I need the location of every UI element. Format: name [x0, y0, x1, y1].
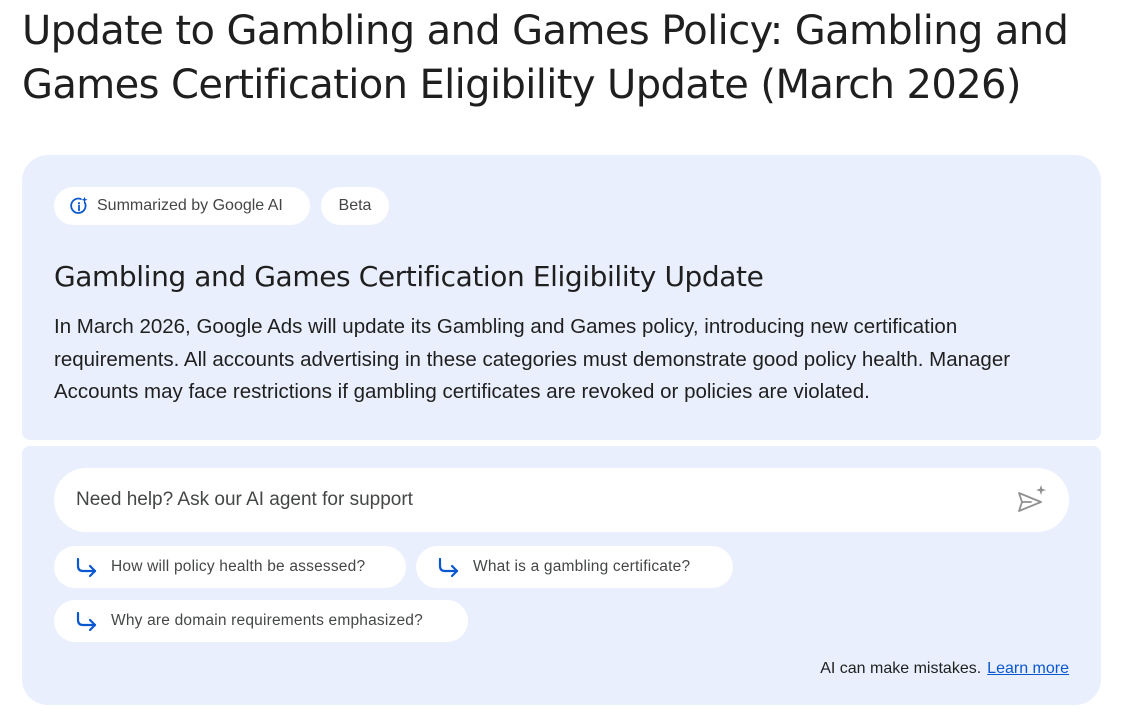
beta-label: Beta — [338, 197, 372, 214]
send-sparkle-icon[interactable] — [1015, 483, 1049, 517]
learn-more-link[interactable]: Learn more — [987, 660, 1069, 677]
arrow-forward-hook-icon — [74, 610, 100, 632]
ai-agent-card: Need help? Ask our AI agent for support … — [22, 446, 1101, 705]
ai-disclaimer: AI can make mistakes. Learn more — [820, 660, 1069, 678]
suggestion-label: How will policy health be assessed? — [111, 558, 366, 575]
ai-disclaimer-text: AI can make mistakes. — [820, 660, 982, 677]
summarized-by-ai-label: Summarized by Google AI — [97, 197, 283, 214]
ai-summary-icon — [69, 196, 89, 216]
suggestion-label: What is a gambling certificate? — [473, 558, 691, 575]
summary-body: In March 2026, Google Ads will update it… — [54, 315, 1011, 403]
suggestion-label: Why are domain requirements emphasized? — [111, 612, 423, 629]
suggestion-chip[interactable]: Why are domain requirements emphasized? — [54, 600, 468, 642]
ask-ai-agent-input[interactable]: Need help? Ask our AI agent for support — [54, 468, 1069, 532]
suggestion-chip[interactable]: What is a gambling certificate? — [416, 546, 733, 588]
summarized-by-ai-badge: Summarized by Google AI — [54, 187, 310, 225]
ai-summary-card: Summarized by Google AI Beta Gambling an… — [22, 155, 1101, 440]
beta-badge: Beta — [321, 187, 389, 225]
ask-ai-agent-placeholder[interactable]: Need help? Ask our AI agent for support — [76, 489, 1015, 511]
arrow-forward-hook-icon — [436, 556, 462, 578]
arrow-forward-hook-icon — [74, 556, 100, 578]
page-title: Update to Gambling and Games Policy: Gam… — [22, 8, 1069, 108]
suggestion-chip[interactable]: How will policy health be assessed? — [54, 546, 406, 588]
summary-heading: Gambling and Games Certification Eligibi… — [54, 260, 764, 293]
